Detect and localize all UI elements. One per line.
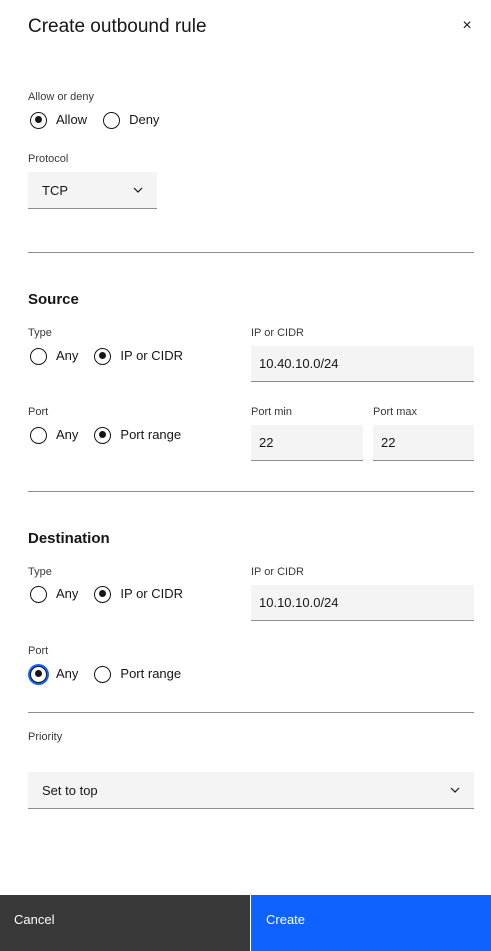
divider (28, 252, 474, 253)
action-label: Allow or deny (28, 91, 95, 103)
source-port-range-label: Port range (120, 427, 182, 442)
destination-type-ip-radio[interactable]: IP or CIDR (94, 585, 184, 603)
source-port-label: Port (28, 406, 49, 418)
destination-type-ip-circle[interactable] (94, 585, 112, 603)
allow-radio-circle[interactable] (30, 111, 47, 129)
close-icon[interactable]: × (459, 18, 475, 34)
source-port-min-input[interactable]: 22 (251, 425, 363, 461)
deny-radio-label: Deny (129, 112, 160, 127)
source-port-any-label: Any (56, 427, 79, 442)
chevron-down-icon (450, 787, 460, 793)
source-port-radio-group: Any Port range (30, 424, 197, 446)
allow-radio-label: Allow (56, 112, 88, 127)
destination-port-range-radio[interactable]: Port range (94, 665, 182, 683)
modal-title: Create outbound rule (28, 16, 207, 37)
protocol-value: TCP (42, 182, 68, 198)
deny-radio[interactable]: Deny (103, 111, 160, 129)
source-port-max-label: Port max (373, 406, 418, 418)
allow-radio[interactable]: Allow (30, 111, 88, 129)
source-heading: Source (28, 291, 79, 308)
priority-select[interactable]: Set to top (28, 772, 474, 809)
priority-label: Priority (28, 731, 63, 743)
source-type-any-label: Any (56, 348, 79, 363)
destination-port-any-radio[interactable]: Any (30, 665, 79, 683)
destination-port-range-circle[interactable] (94, 665, 112, 683)
destination-port-range-label: Port range (120, 666, 182, 681)
divider (28, 491, 474, 492)
source-type-radio-group: Any IP or CIDR (30, 345, 199, 367)
source-ip-label: IP or CIDR (251, 327, 304, 339)
source-port-range-circle[interactable] (94, 426, 112, 444)
source-type-ip-radio[interactable]: IP or CIDR (94, 347, 184, 365)
chevron-down-icon (133, 187, 143, 193)
destination-port-radio-group: Any Port range (30, 663, 197, 685)
source-ip-input[interactable]: 10.40.10.0/24 (251, 346, 474, 382)
destination-type-ip-label: IP or CIDR (120, 586, 184, 601)
destination-port-label: Port (28, 645, 49, 657)
destination-type-any-circle[interactable] (30, 585, 47, 603)
destination-ip-input[interactable]: 10.10.10.0/24 (251, 585, 474, 621)
deny-radio-circle[interactable] (103, 111, 121, 129)
source-type-ip-circle[interactable] (94, 347, 112, 365)
destination-type-any-radio[interactable]: Any (30, 585, 79, 603)
destination-port-any-label: Any (56, 666, 79, 681)
destination-type-radio-group: Any IP or CIDR (30, 583, 199, 605)
destination-ip-label: IP or CIDR (251, 566, 304, 578)
protocol-label: Protocol (28, 153, 69, 165)
destination-type-label: Type (28, 566, 52, 578)
create-button[interactable]: Create (251, 895, 491, 951)
source-port-any-radio[interactable]: Any (30, 426, 79, 444)
source-type-label: Type (28, 327, 52, 339)
action-radio-group: Allow Deny (30, 109, 175, 131)
destination-type-any-label: Any (56, 586, 79, 601)
priority-value: Set to top (42, 782, 98, 798)
source-port-max-input[interactable]: 22 (373, 425, 474, 461)
source-type-any-radio[interactable]: Any (30, 347, 79, 365)
destination-port-any-circle[interactable] (30, 665, 47, 683)
protocol-select[interactable]: TCP (28, 172, 157, 209)
source-type-ip-label: IP or CIDR (120, 348, 184, 363)
destination-heading: Destination (28, 530, 110, 547)
source-type-any-circle[interactable] (30, 347, 47, 365)
cancel-button[interactable]: Cancel (0, 895, 250, 951)
divider (28, 712, 474, 713)
source-port-min-label: Port min (251, 406, 292, 418)
source-port-any-circle[interactable] (30, 426, 47, 444)
source-port-range-radio[interactable]: Port range (94, 426, 182, 444)
